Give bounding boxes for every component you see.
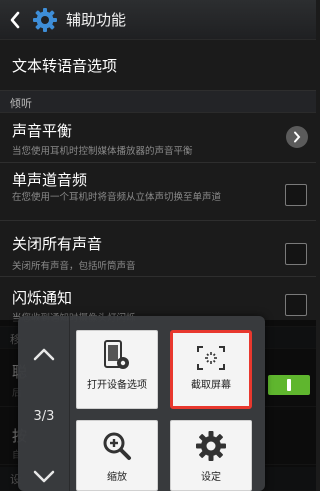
settings-tile[interactable]: 设定 [170,420,252,491]
screenshot-tile[interactable]: 截取屏幕 [170,330,252,409]
screenshot-label: 截取屏幕 [191,380,231,391]
settings-icon [171,429,251,463]
device-options-label: 打开设备选项 [87,380,147,391]
zoom-tile[interactable]: 缩放 [76,420,158,491]
assistant-menu-nav: 3/3 [18,316,70,491]
zoom-label: 缩放 [107,472,127,483]
zoom-icon [77,429,157,463]
accessibility-gear-icon [30,5,60,35]
mute-all-item[interactable]: 关闭所有声音 关闭所有声音，包括听筒声音 [0,221,316,277]
chevron-up-icon [33,348,55,361]
flash-notification-label: 闪烁通知 [12,289,73,307]
page-indicator: 3/3 [33,409,55,424]
tts-options-label: 文本转语音选项 [12,57,118,75]
sound-balance-desc: 当您使用耳机时控制媒体播放器的声音平衡 [12,146,193,157]
mono-audio-checkbox[interactable] [285,184,307,206]
mono-audio-item[interactable]: 单声道音频 在您使用一个耳机时将音频从立体声切换至单声道 [0,163,316,221]
page-title: 辅助功能 [66,11,127,29]
chevron-down-icon [33,470,55,483]
flash-notification-checkbox[interactable] [285,294,307,316]
assistant-menu-panel: 3/3 打开设备选项 截取屏幕 缩放 设定 [18,316,265,491]
mute-all-desc: 关闭所有声音，包括听筒声音 [12,261,136,272]
device-options-tile[interactable]: 打开设备选项 [76,330,158,409]
back-button[interactable] [0,0,30,40]
app-bar: 辅助功能 [0,0,316,40]
sound-balance-item[interactable]: 声音平衡 当您使用耳机时控制媒体播放器的声音平衡 [0,113,316,163]
settings-label: 设定 [201,472,221,483]
section-label-hearing: 倾听 [10,97,32,110]
chevron-right-icon [286,126,308,148]
section-header-hearing: 倾听 [0,91,316,113]
mono-audio-desc: 在您使用一个耳机时将音频从立体声切换至单声道 [12,192,222,203]
toggle-knob [287,379,291,391]
page-down-button[interactable] [18,462,70,491]
chevron-left-icon [10,11,20,28]
tts-options-item[interactable]: 文本转语音选项 [0,41,316,91]
device-options-icon [77,339,157,373]
toggle-switch-on[interactable] [268,375,310,395]
mute-all-label: 关闭所有声音 [12,235,103,253]
mono-audio-label: 单声道音频 [12,171,88,189]
sound-balance-label: 声音平衡 [12,122,73,140]
page-up-button[interactable] [18,336,70,372]
screenshot-icon [173,341,249,375]
mute-all-checkbox[interactable] [285,243,307,265]
